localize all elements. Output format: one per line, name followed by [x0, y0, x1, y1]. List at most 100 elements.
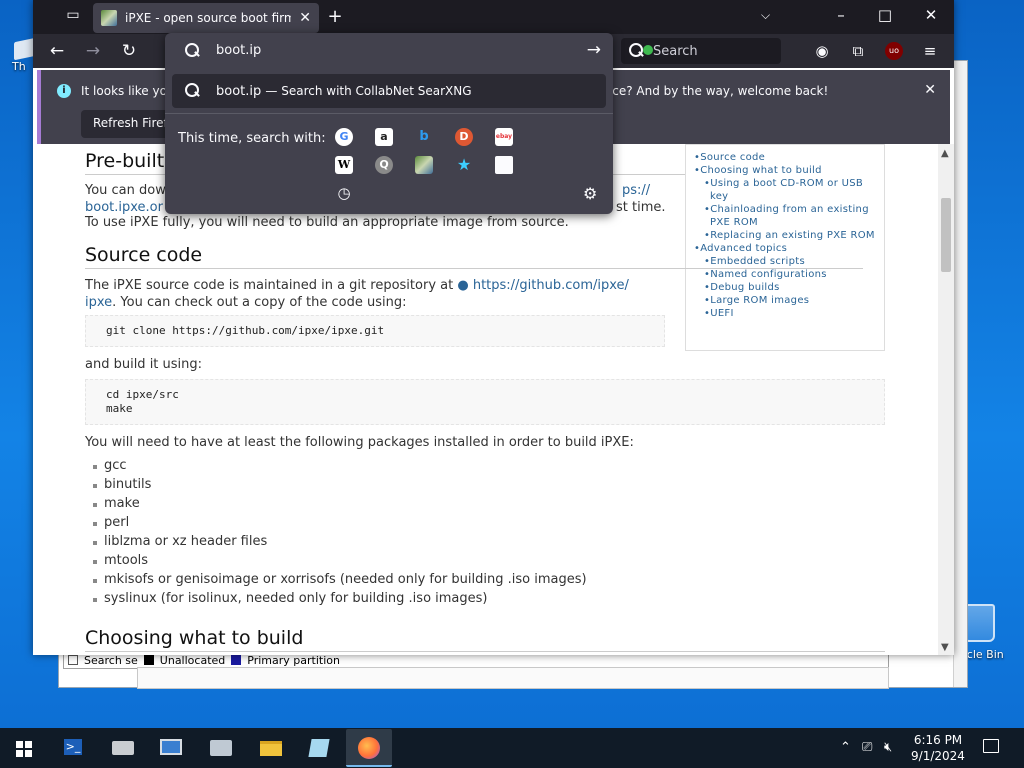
drive-manager-icon[interactable] — [108, 733, 138, 763]
toc-item[interactable]: •UEFI — [694, 307, 876, 320]
search-suggestion[interactable]: boot.ip — Search with CollabNet SearXNG — [172, 74, 606, 108]
close-notification-icon[interactable]: ✕ — [924, 82, 936, 98]
scroll-down-icon[interactable]: ▼ — [941, 642, 949, 653]
list-item: perl — [93, 515, 587, 534]
toc-item[interactable]: •Large ROM images — [694, 294, 876, 307]
collabnet-icon[interactable] — [415, 156, 433, 174]
url-input[interactable]: boot.ip → — [165, 33, 613, 69]
search-icon — [185, 83, 201, 99]
go-arrow-icon[interactable]: → — [587, 40, 601, 60]
chevron-down-icon[interactable]: ⌵ — [761, 8, 770, 23]
info-icon: i — [57, 84, 71, 98]
legend-unallocated-label: Unallocated — [159, 653, 226, 667]
github-link-cont[interactable]: ipxe — [85, 295, 112, 310]
search-icon — [185, 43, 201, 59]
clock-time: 6:16 PM — [913, 733, 963, 747]
popup-divider — [165, 113, 613, 114]
code-build: cd ipxe/src make — [85, 379, 885, 425]
network-icon[interactable]: ⎚ — [862, 740, 872, 755]
bg-window-scrollbar[interactable] — [953, 61, 967, 687]
toc-item[interactable]: •Debug builds — [694, 281, 876, 294]
source-paragraph: The iPXE source code is maintained in a … — [85, 277, 665, 311]
reload-icon[interactable]: ↻ — [117, 40, 141, 62]
minimize-icon[interactable]: – — [831, 6, 851, 24]
toc-item[interactable]: •Using a boot CD-ROM or USB key — [694, 177, 876, 203]
search-icon — [629, 43, 653, 59]
tab-close-icon[interactable]: ✕ — [299, 10, 311, 26]
url-input-value: boot.ip — [216, 43, 262, 58]
powershell-icon[interactable]: >_ — [58, 733, 88, 763]
toc-item[interactable]: •Source code — [694, 151, 876, 164]
firefox-view-icon[interactable]: ▭ — [61, 7, 85, 27]
menu-icon[interactable]: ≡ — [921, 42, 939, 60]
close-window-icon[interactable]: ✕ — [921, 6, 941, 24]
scroll-thumb[interactable] — [941, 198, 951, 272]
notifications-icon[interactable] — [983, 739, 999, 753]
list-item: binutils — [93, 477, 587, 496]
list-item: mkisofs or genisoimage or xorrisofs (nee… — [93, 572, 587, 591]
ublock-icon[interactable]: uo — [885, 42, 903, 60]
suggestion-text: boot.ip — Search with CollabNet SearXNG — [216, 84, 472, 99]
scroll-up-icon[interactable]: ▲ — [941, 148, 949, 159]
search-placeholder: Search — [653, 43, 698, 59]
history-icon[interactable]: ◷ — [335, 184, 353, 202]
toc-item[interactable]: •Chainloading from an existing PXE ROM — [694, 203, 876, 229]
notification-message-start: It looks like you — [81, 84, 175, 98]
code-git-clone: git clone https://github.com/ipxe/ipxe.g… — [85, 315, 665, 347]
duckduckgo-icon[interactable]: D — [455, 128, 473, 146]
bing-icon[interactable]: b — [415, 128, 433, 146]
page-content: Pre-built You can dow ps:// boot.ipxe.or… — [33, 144, 954, 655]
urlbar-popup: boot.ip → boot.ip — Search with CollabNe… — [165, 33, 613, 214]
search-bar[interactable]: Search — [621, 38, 781, 64]
google-icon[interactable]: G — [335, 128, 353, 146]
computer-management-icon[interactable] — [156, 733, 186, 763]
legend-checkbox[interactable] — [68, 655, 78, 665]
gear-icon[interactable]: ⚙ — [583, 184, 597, 203]
tabs-icon[interactable] — [495, 156, 513, 174]
github-link[interactable]: ● https://github.com/ipxe/ — [457, 278, 629, 293]
bg-window-statusbar — [137, 667, 889, 689]
new-tab-icon[interactable]: + — [325, 6, 345, 27]
bookmarks-icon[interactable]: ★ — [455, 156, 473, 174]
device-icon[interactable] — [206, 733, 236, 763]
volume-muted-icon[interactable]: 🔇︎ — [884, 740, 892, 755]
toc-item[interactable]: •Replacing an existing PXE ROM — [694, 229, 876, 242]
prebuilt-text-2: st time. — [616, 200, 666, 215]
notification-message-end: rience? And by the way, welcome back! — [589, 84, 829, 98]
legend-search-label: Search se — [84, 653, 138, 667]
wikipedia-icon[interactable]: W — [335, 156, 353, 174]
tab-ipxe[interactable]: iPXE - open source boot firmware ✕ — [93, 3, 319, 33]
heading-choosing: Choosing what to build — [85, 627, 885, 652]
back-arrow-icon[interactable]: ← — [45, 40, 69, 62]
searxng-icon[interactable]: Q — [375, 156, 393, 174]
page-scrollbar[interactable]: ▲ ▼ — [938, 144, 954, 655]
legend-primary-swatch — [231, 655, 242, 665]
list-item: make — [93, 496, 587, 515]
heading-source-code: Source code — [85, 244, 863, 269]
refresh-firefox-button[interactable]: Refresh Firefox — [81, 110, 173, 138]
title-bar: ▭ iPXE - open source boot firmware ✕ + ⌵… — [33, 0, 954, 34]
ebay-icon[interactable]: ebay — [495, 128, 513, 146]
toc-item[interactable]: •Named configurations — [694, 268, 876, 281]
maximize-icon[interactable]: □ — [875, 6, 895, 24]
account-icon[interactable]: ◉ — [813, 42, 831, 60]
start-windows-icon[interactable] — [16, 741, 32, 757]
prebuilt-link-1[interactable]: ps:// — [622, 182, 650, 199]
build-text: and build it using: — [85, 357, 203, 372]
packages-text: You will need to have at least the follo… — [85, 435, 634, 450]
firefox-taskbar-icon[interactable] — [346, 729, 392, 767]
source-text-2: . You can check out a copy of the code u… — [112, 295, 407, 310]
notepad-icon[interactable] — [304, 733, 334, 763]
forward-arrow-icon[interactable]: → — [81, 40, 105, 62]
legend-unallocated-swatch — [143, 655, 154, 665]
clock-date: 9/1/2024 — [911, 749, 965, 763]
file-explorer-icon[interactable] — [256, 733, 286, 763]
toc-item[interactable]: •Choosing what to build — [694, 164, 876, 177]
this-time-search-label: This time, search with: — [178, 131, 326, 146]
amazon-icon[interactable]: a — [375, 128, 393, 146]
list-item: syslinux (for isolinux, needed only for … — [93, 591, 587, 610]
extensions-icon[interactable]: ⧉ — [849, 42, 867, 60]
system-clock[interactable]: 6:16 PM 9/1/2024 — [896, 732, 980, 764]
prebuilt-text-3: To use iPXE fully, you will need to buil… — [85, 215, 569, 230]
chevron-up-icon[interactable]: ⌃ — [840, 740, 851, 755]
